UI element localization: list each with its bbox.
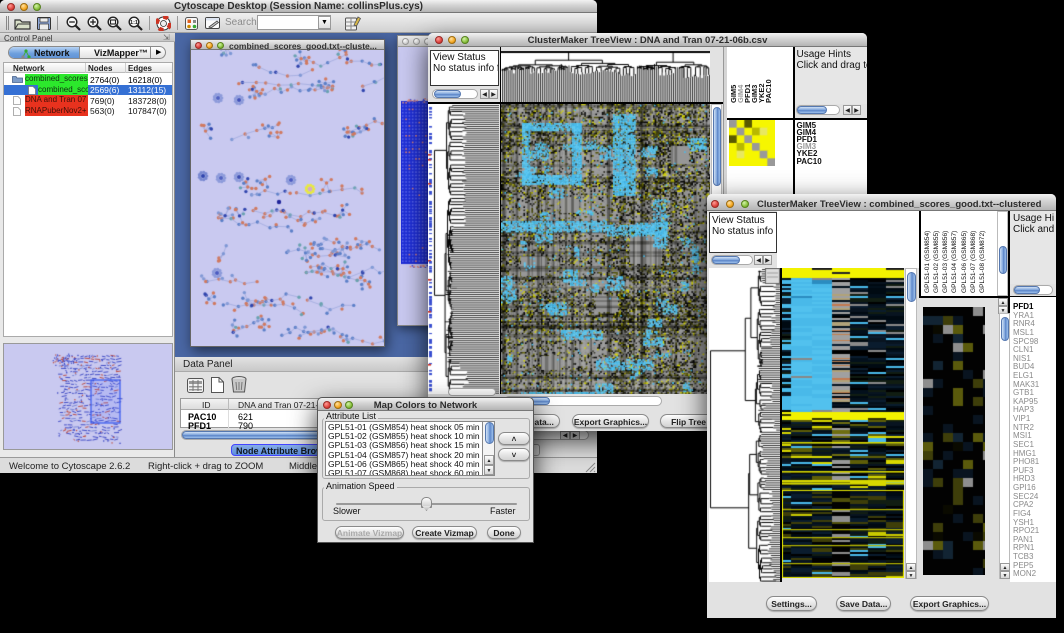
- svg-text:1:1: 1:1: [130, 20, 138, 26]
